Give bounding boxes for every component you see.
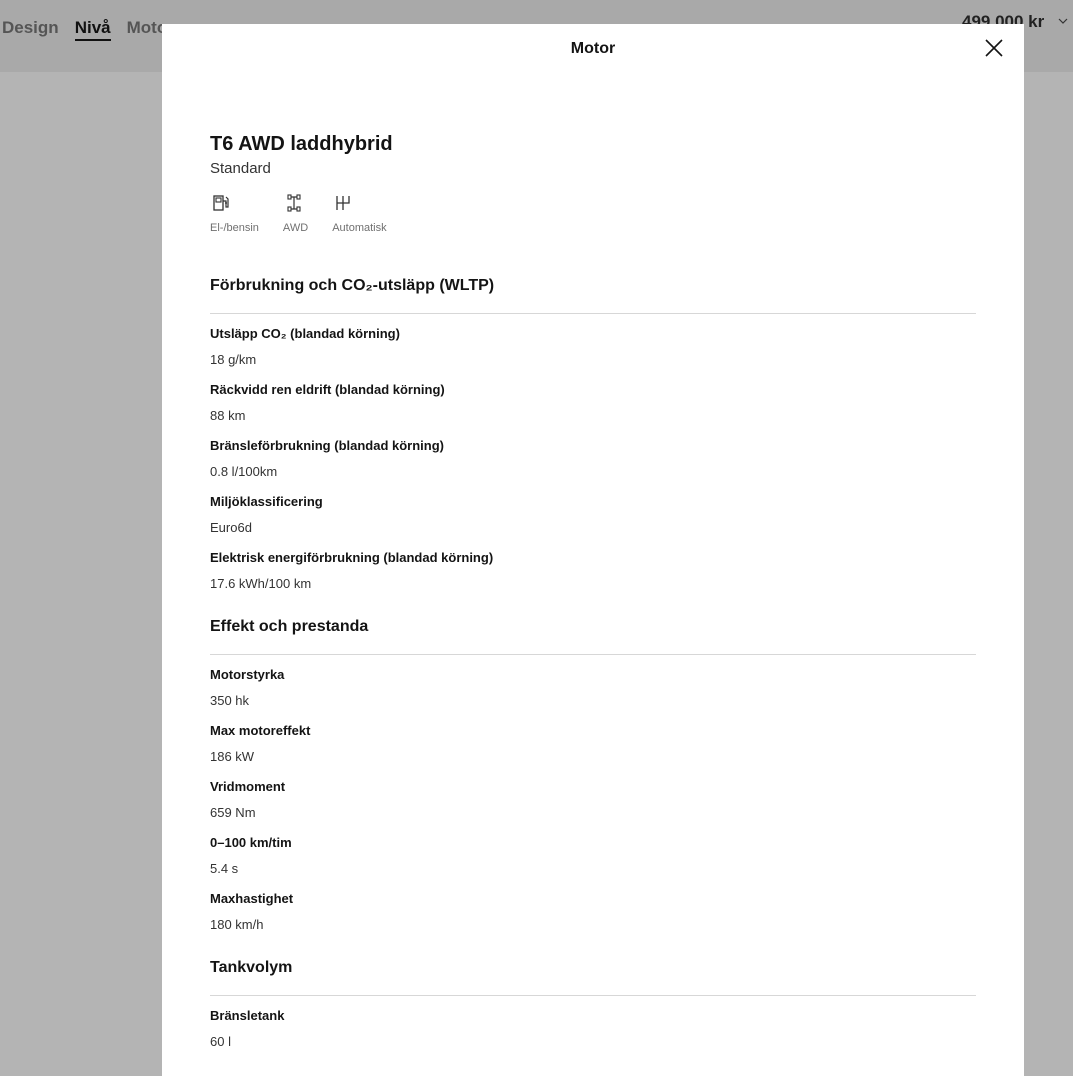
feature-fuel: El-/bensin (210, 193, 259, 235)
spec-item: Bränsletank 60 l (210, 1007, 976, 1051)
spec-label: Räckvidd ren eldrift (blandad körning) (210, 382, 445, 397)
spec-item: Maxhastighet 180 km/h (210, 890, 976, 934)
spec-item: Utsläpp CO₂ (blandad körning) 18 g/km (210, 325, 976, 369)
spec-label: Elektrisk energiförbrukning (blandad kör… (210, 550, 494, 565)
section-tank: Tankvolym Bränsletank 60 l (210, 958, 976, 1051)
spec-label: Maxhastighet (210, 891, 294, 906)
engine-details-modal: Motor T6 AWD laddhybrid Standard El-/ben… (162, 24, 1024, 1076)
modal-content: T6 AWD laddhybrid Standard El-/bensin AW… (210, 132, 976, 1063)
spec-label: Max motoreffekt (210, 723, 311, 738)
nav-tab-design[interactable]: Design (2, 18, 59, 41)
modal-title: Motor (570, 40, 616, 57)
spec-label: Miljöklassificering (210, 494, 323, 509)
section-title: Tankvolym (210, 959, 293, 976)
section-divider (210, 995, 976, 996)
spec-item: Bränsleförbrukning (blandad körning) 0.8… (210, 437, 976, 481)
background-nav: Design Nivå Motor (2, 18, 174, 41)
spec-value: 60 l (210, 1034, 231, 1049)
spec-item: 0–100 km/tim 5.4 s (210, 834, 976, 878)
spec-label: Motorstyrka (210, 667, 285, 682)
spec-label: Utsläpp CO₂ (blandad körning) (210, 326, 400, 341)
feature-drivetrain: AWD (283, 193, 308, 235)
spec-value: 18 g/km (210, 352, 257, 367)
nav-tab-niva[interactable]: Nivå (74, 18, 111, 41)
spec-value: Euro6d (210, 520, 252, 535)
feature-label: AWD (282, 222, 309, 234)
chevron-down-icon[interactable] (1058, 14, 1068, 29)
engine-features: El-/bensin AWD Automatisk (210, 193, 976, 235)
section-title: Effekt och prestanda (210, 618, 369, 635)
feature-label: Automatisk (332, 222, 387, 234)
spec-item: Räckvidd ren eldrift (blandad körning) 8… (210, 381, 976, 425)
spec-value: 0.8 l/100km (210, 464, 278, 479)
feature-transmission: Automatisk (332, 193, 387, 235)
section-consumption: Förbrukning och CO₂-utsläpp (WLTP) Utslä… (210, 276, 976, 593)
spec-item: Motorstyrka 350 hk (210, 666, 976, 710)
feature-label: El-/bensin (210, 222, 259, 234)
close-icon (985, 39, 1003, 57)
spec-item: Vridmoment 659 Nm (210, 778, 976, 822)
close-button[interactable] (984, 38, 1004, 58)
section-divider (210, 654, 976, 655)
spec-value: 186 kW (210, 749, 255, 764)
spec-label: 0–100 km/tim (210, 835, 292, 850)
spec-value: 659 Nm (210, 805, 256, 820)
engine-name: T6 AWD laddhybrid (210, 133, 393, 155)
section-title: Förbrukning och CO₂-utsläpp (WLTP) (210, 277, 495, 294)
spec-label: Bränsleförbrukning (blandad körning) (210, 438, 445, 453)
spec-value: 350 hk (210, 693, 250, 708)
spec-value: 180 km/h (210, 917, 264, 932)
engine-trim: Standard (210, 160, 271, 177)
spec-label: Bränsletank (210, 1008, 285, 1023)
section-performance: Effekt och prestanda Motorstyrka 350 hk … (210, 617, 976, 934)
gearshift-icon (336, 196, 350, 210)
drivetrain-icon (287, 194, 301, 212)
spec-value: 88 km (210, 408, 246, 423)
section-divider (210, 313, 976, 314)
fuel-pump-icon (213, 195, 229, 211)
spec-value: 5.4 s (210, 861, 239, 876)
spec-label: Vridmoment (210, 779, 286, 794)
spec-item: Miljöklassificering Euro6d (210, 493, 976, 537)
spec-item: Elektrisk energiförbrukning (blandad kör… (210, 549, 976, 593)
spec-item: Max motoreffekt 186 kW (210, 722, 976, 766)
spec-value: 17.6 kWh/100 km (210, 576, 312, 591)
